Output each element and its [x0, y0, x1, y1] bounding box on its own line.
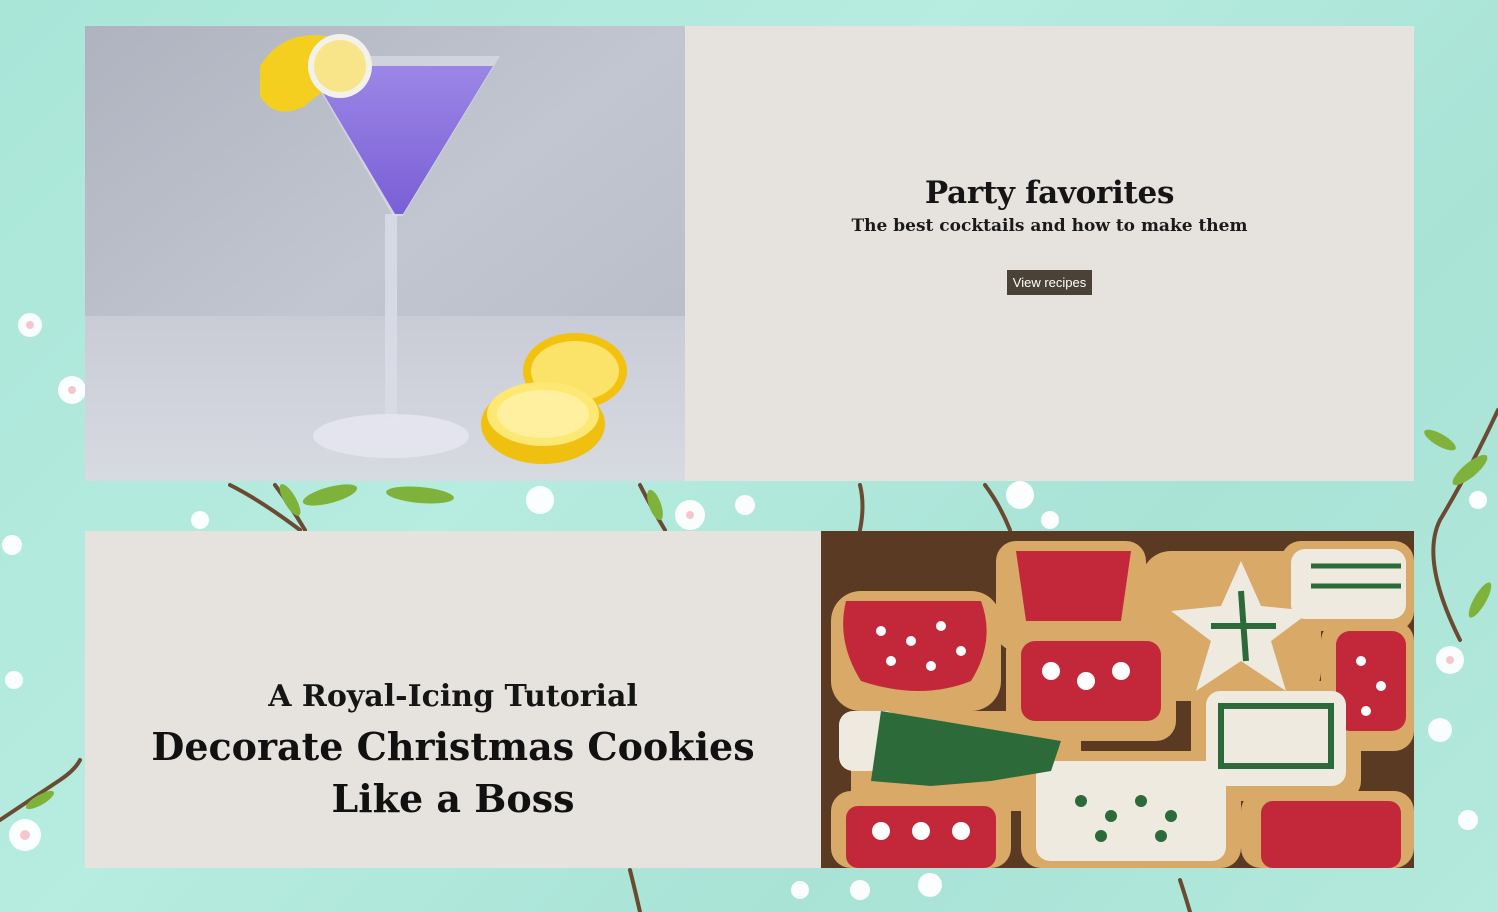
cocktail-image[interactable]	[85, 26, 685, 481]
cocktails-title: Party favorites	[924, 175, 1175, 211]
cookies-title: Decorate Christmas Cookies Like a Boss	[151, 724, 755, 821]
feature-card-cookies[interactable]: A Royal-Icing Tutorial Decorate Christma…	[85, 531, 1414, 868]
cookies-image[interactable]	[821, 531, 1414, 868]
cocktails-text-panel: Party favorites The best cocktails and h…	[685, 26, 1414, 481]
cocktails-subtitle: The best cocktails and how to make them	[851, 216, 1248, 236]
feature-card-cocktails[interactable]: Party favorites The best cocktails and h…	[85, 26, 1414, 481]
cookies-text-panel: A Royal-Icing Tutorial Decorate Christma…	[85, 531, 821, 868]
cookies-kicker: A Royal-Icing Tutorial	[268, 679, 638, 714]
view-recipes-button[interactable]: View recipes	[1007, 270, 1092, 295]
